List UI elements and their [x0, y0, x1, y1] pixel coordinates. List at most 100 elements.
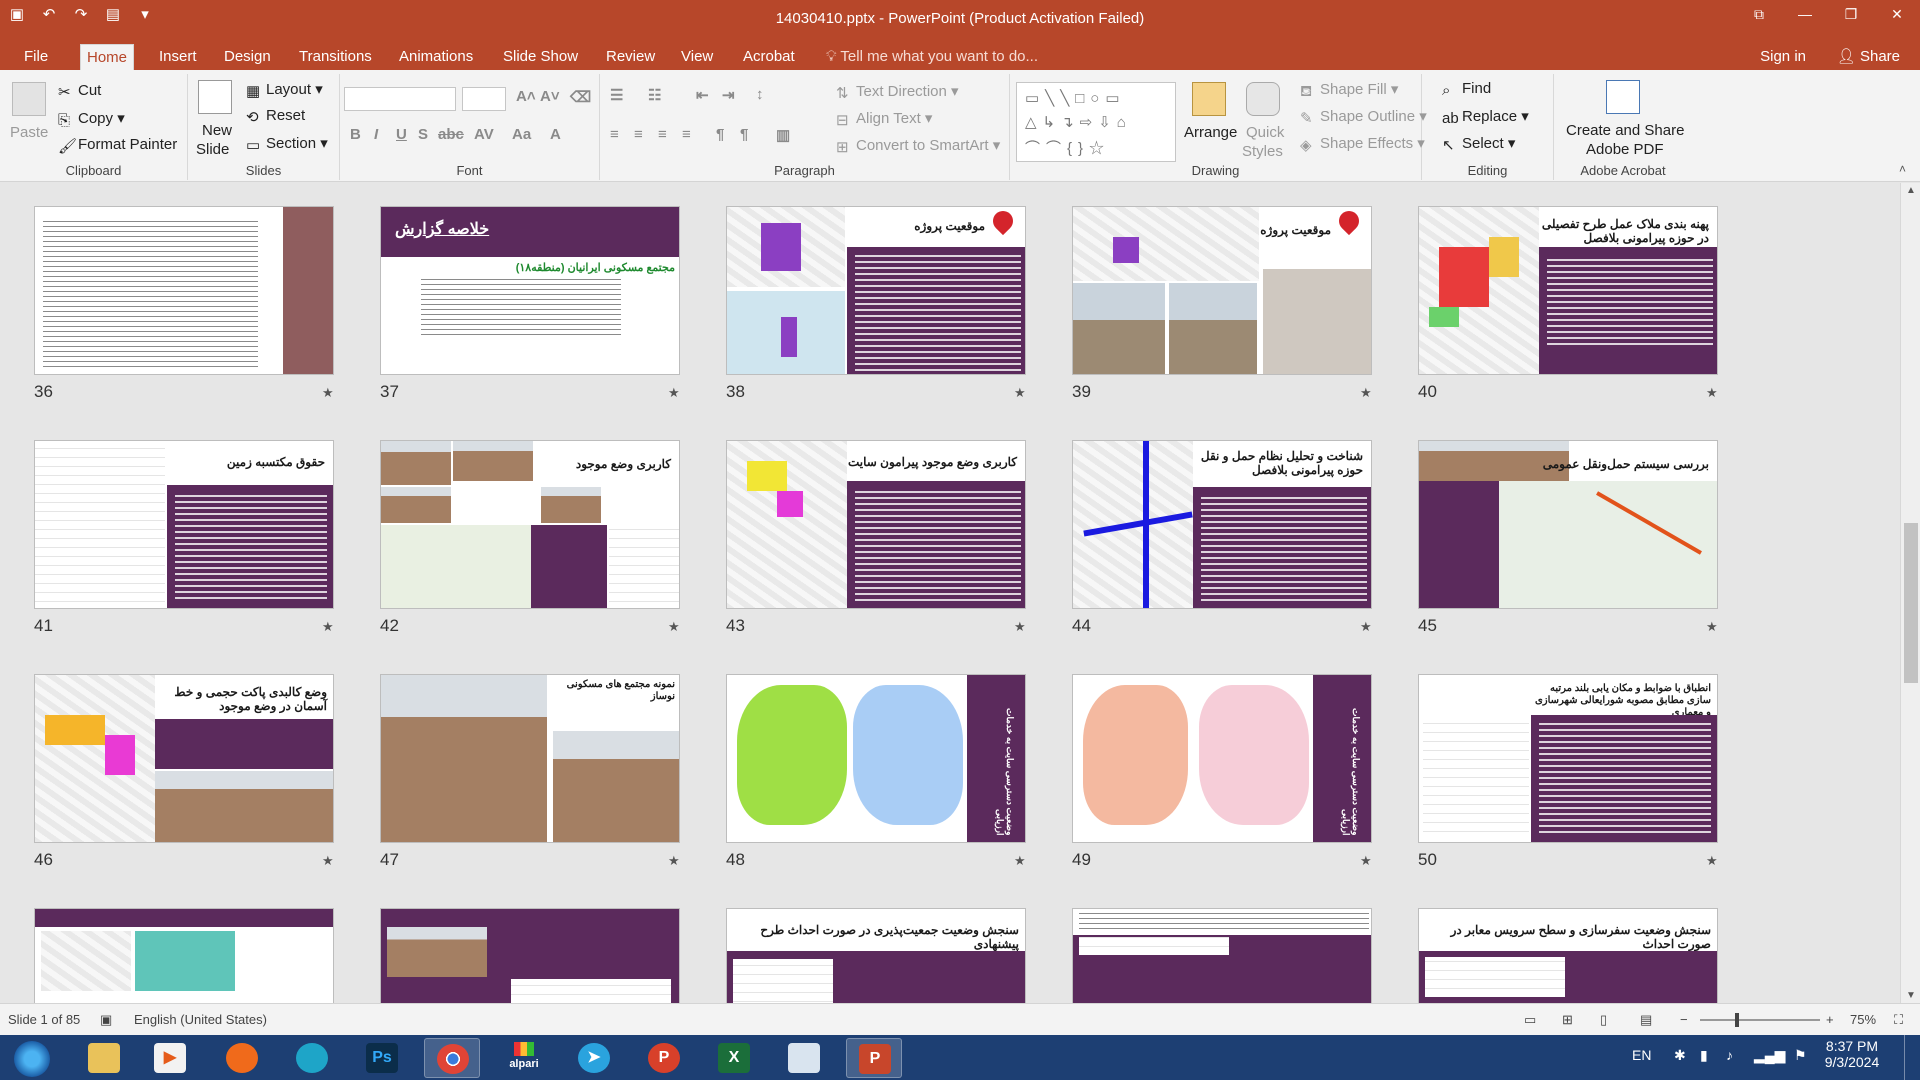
convert-smartart-button[interactable]: ⊞ Convert to SmartArt ▾ — [836, 136, 1000, 156]
change-case-icon[interactable]: Aa — [512, 126, 531, 143]
close-button[interactable]: ✕ — [1874, 0, 1920, 28]
slide-thumbnail-39[interactable]: موقعیت پروژه — [1072, 206, 1372, 375]
zoom-in-icon[interactable]: + — [1826, 1012, 1834, 1027]
align-left-icon[interactable]: ≡ — [610, 126, 619, 143]
language-indicator[interactable]: English (United States) — [134, 1012, 267, 1027]
shapes-row-3-icon[interactable]: ⌒⌒{}☆ — [1025, 137, 1110, 158]
shadow-icon[interactable]: S — [418, 126, 428, 143]
slide-thumbnail-55[interactable]: سنجش وضعیت سفرسازی و سطح سرویس معابر در … — [1418, 908, 1718, 1003]
scroll-up-icon[interactable]: ▲ — [1901, 185, 1920, 196]
format-painter-button[interactable]: 🖌︎Format Painter — [58, 136, 177, 155]
fit-to-window-icon[interactable]: ⛶ — [1894, 1012, 1903, 1028]
font-color-icon[interactable]: A — [550, 126, 561, 143]
scroll-down-icon[interactable]: ▼ — [1901, 990, 1920, 1001]
alpari-button[interactable]: alpari — [496, 1038, 552, 1078]
paste-button[interactable]: Paste — [10, 124, 48, 141]
bluetooth-icon[interactable]: ✱ — [1674, 1047, 1686, 1064]
tab-review[interactable]: Review — [600, 44, 661, 70]
slide-thumbnail-48[interactable]: وضعیت دسترسی سایت به خدمات ارزیابی — [726, 674, 1026, 843]
normal-view-icon[interactable]: ▭ — [1524, 1012, 1536, 1028]
slide-thumbnail-49[interactable]: وضعیت دسترسی سایت به خدمات ارزیابی — [1072, 674, 1372, 843]
font-size-combo[interactable] — [462, 87, 506, 111]
share-button[interactable]: 👤︎ Share — [1837, 44, 1900, 70]
spelling-icon[interactable]: ▣ — [100, 1012, 112, 1028]
shapes-row-2-icon[interactable]: △↳↴⇨⇩⌂ — [1025, 113, 1132, 131]
increase-indent-icon[interactable]: ⇥ — [722, 86, 735, 104]
arrange-button[interactable]: Arrange — [1184, 124, 1237, 141]
excel-app-button[interactable]: X — [706, 1038, 762, 1078]
zoom-out-icon[interactable]: − — [1680, 1012, 1688, 1027]
tab-view[interactable]: View — [675, 44, 719, 70]
tab-insert[interactable]: Insert — [153, 44, 203, 70]
slide-thumbnail-46[interactable]: وضع کالبدی پاکت حجمی و خط آسمان در وضع م… — [34, 674, 334, 843]
paint-button[interactable] — [776, 1038, 832, 1078]
slide-thumbnail-51[interactable] — [34, 908, 334, 1003]
shrink-font-icon[interactable]: A˅ — [540, 88, 560, 105]
language-indicator[interactable]: EN — [1632, 1047, 1651, 1063]
slide-thumbnail-50[interactable]: انطباق با ضوابط و مکان یابی بلند مرتبه س… — [1418, 674, 1718, 843]
minimize-button[interactable]: — — [1782, 0, 1828, 28]
start-button[interactable] — [4, 1038, 60, 1078]
maximize-button[interactable]: ❐ — [1828, 0, 1874, 28]
line-spacing-icon[interactable]: ↕ — [756, 86, 764, 103]
shapes-row-1-icon[interactable]: ▭╲╲□○▭ — [1025, 89, 1126, 107]
align-right-icon[interactable]: ≡ — [658, 126, 667, 143]
justify-icon[interactable]: ≡ — [682, 126, 691, 143]
create-share-pdf-button[interactable]: Create and Share — [1566, 122, 1684, 139]
file-explorer-button[interactable] — [76, 1038, 132, 1078]
font-name-combo[interactable] — [344, 87, 456, 111]
slide-thumbnail-38[interactable]: موقعیت پروژه — [726, 206, 1026, 375]
chrome-button[interactable] — [424, 1038, 480, 1078]
text-direction-button[interactable]: ⇅ Text Direction ▾ — [836, 82, 959, 102]
new-slide-button[interactable]: New — [202, 122, 232, 139]
powerpoint-button[interactable]: P — [846, 1038, 902, 1078]
vertical-scrollbar[interactable]: ▲ ▼ — [1900, 183, 1920, 1003]
battery-icon[interactable]: ▮ — [1700, 1047, 1708, 1064]
tell-me-box[interactable]: 💡︎ Tell me what you want to do... — [826, 44, 1038, 70]
slide-thumbnail-40[interactable]: پهنه بندی ملاک عمل طرح تفصیلی در حوزه پی… — [1418, 206, 1718, 375]
slide-thumbnail-43[interactable]: کاربری وضع موجود پیرامون سایت — [726, 440, 1026, 609]
quick-styles-button-2[interactable]: Styles — [1242, 143, 1283, 160]
volume-icon[interactable]: ♪ — [1726, 1047, 1733, 1063]
pdf-icon[interactable] — [1606, 80, 1640, 114]
copy-button[interactable]: ⎘ Copy ▾ — [58, 109, 125, 129]
select-button[interactable]: ↖ Select ▾ — [1442, 134, 1515, 154]
edge-button[interactable] — [284, 1038, 340, 1078]
telegram-button[interactable]: ➤ — [566, 1038, 622, 1078]
sign-in-link[interactable]: Sign in — [1760, 44, 1806, 70]
section-button[interactable]: ▭ Section ▾ — [246, 134, 328, 154]
slide-thumbnail-47[interactable]: نمونه مجتمع های مسکونی نوساز — [380, 674, 680, 843]
collapse-ribbon-icon[interactable]: ˄ — [1899, 162, 1906, 176]
slide-thumbnail-52[interactable] — [380, 908, 680, 1003]
create-share-pdf-button-2[interactable]: Adobe PDF — [1586, 141, 1664, 158]
quick-styles-icon[interactable] — [1246, 82, 1280, 116]
italic-icon[interactable]: I — [374, 126, 378, 143]
new-slide-button-2[interactable]: Slide — [196, 141, 229, 158]
replace-button[interactable]: ab Replace ▾ — [1442, 107, 1529, 127]
rtl-icon[interactable]: ¶ — [740, 126, 748, 143]
zoom-slider-thumb[interactable] — [1735, 1013, 1739, 1027]
p-app-button[interactable]: P — [636, 1038, 692, 1078]
tab-file[interactable]: File — [18, 44, 54, 70]
strikethrough-icon[interactable]: abc — [438, 126, 464, 143]
arrange-icon[interactable] — [1192, 82, 1226, 116]
character-spacing-icon[interactable]: AV — [474, 126, 494, 143]
paste-icon[interactable] — [12, 82, 46, 116]
ltr-icon[interactable]: ¶ — [716, 126, 724, 143]
align-text-button[interactable]: ⊟ Align Text ▾ — [836, 109, 932, 129]
shape-fill-button[interactable]: ⛾ Shape Fill ▾ — [1300, 80, 1398, 100]
photoshop-button[interactable]: Ps — [354, 1038, 410, 1078]
firefox-button[interactable] — [214, 1038, 270, 1078]
slide-thumbnail-44[interactable]: شناخت و تحلیل نظام حمل و نقل حوزه پیرامو… — [1072, 440, 1372, 609]
cut-button[interactable]: ✂ Cut — [58, 82, 101, 101]
underline-icon[interactable]: U — [396, 126, 407, 143]
slide-thumbnail-54[interactable] — [1072, 908, 1372, 1003]
tab-transitions[interactable]: Transitions — [293, 44, 378, 70]
clock[interactable]: 8:37 PM 9/3/2024 — [1820, 1038, 1884, 1070]
slide-thumbnail-36[interactable] — [34, 206, 334, 375]
slide-sorter-view-icon[interactable]: ⊞ — [1562, 1012, 1573, 1028]
slide-thumbnail-42[interactable]: کاربری وضع موجود — [380, 440, 680, 609]
numbering-icon[interactable]: ☷ — [648, 86, 661, 104]
find-button[interactable]: ⌕ Find — [1442, 80, 1491, 99]
tab-animations[interactable]: Animations — [393, 44, 479, 70]
